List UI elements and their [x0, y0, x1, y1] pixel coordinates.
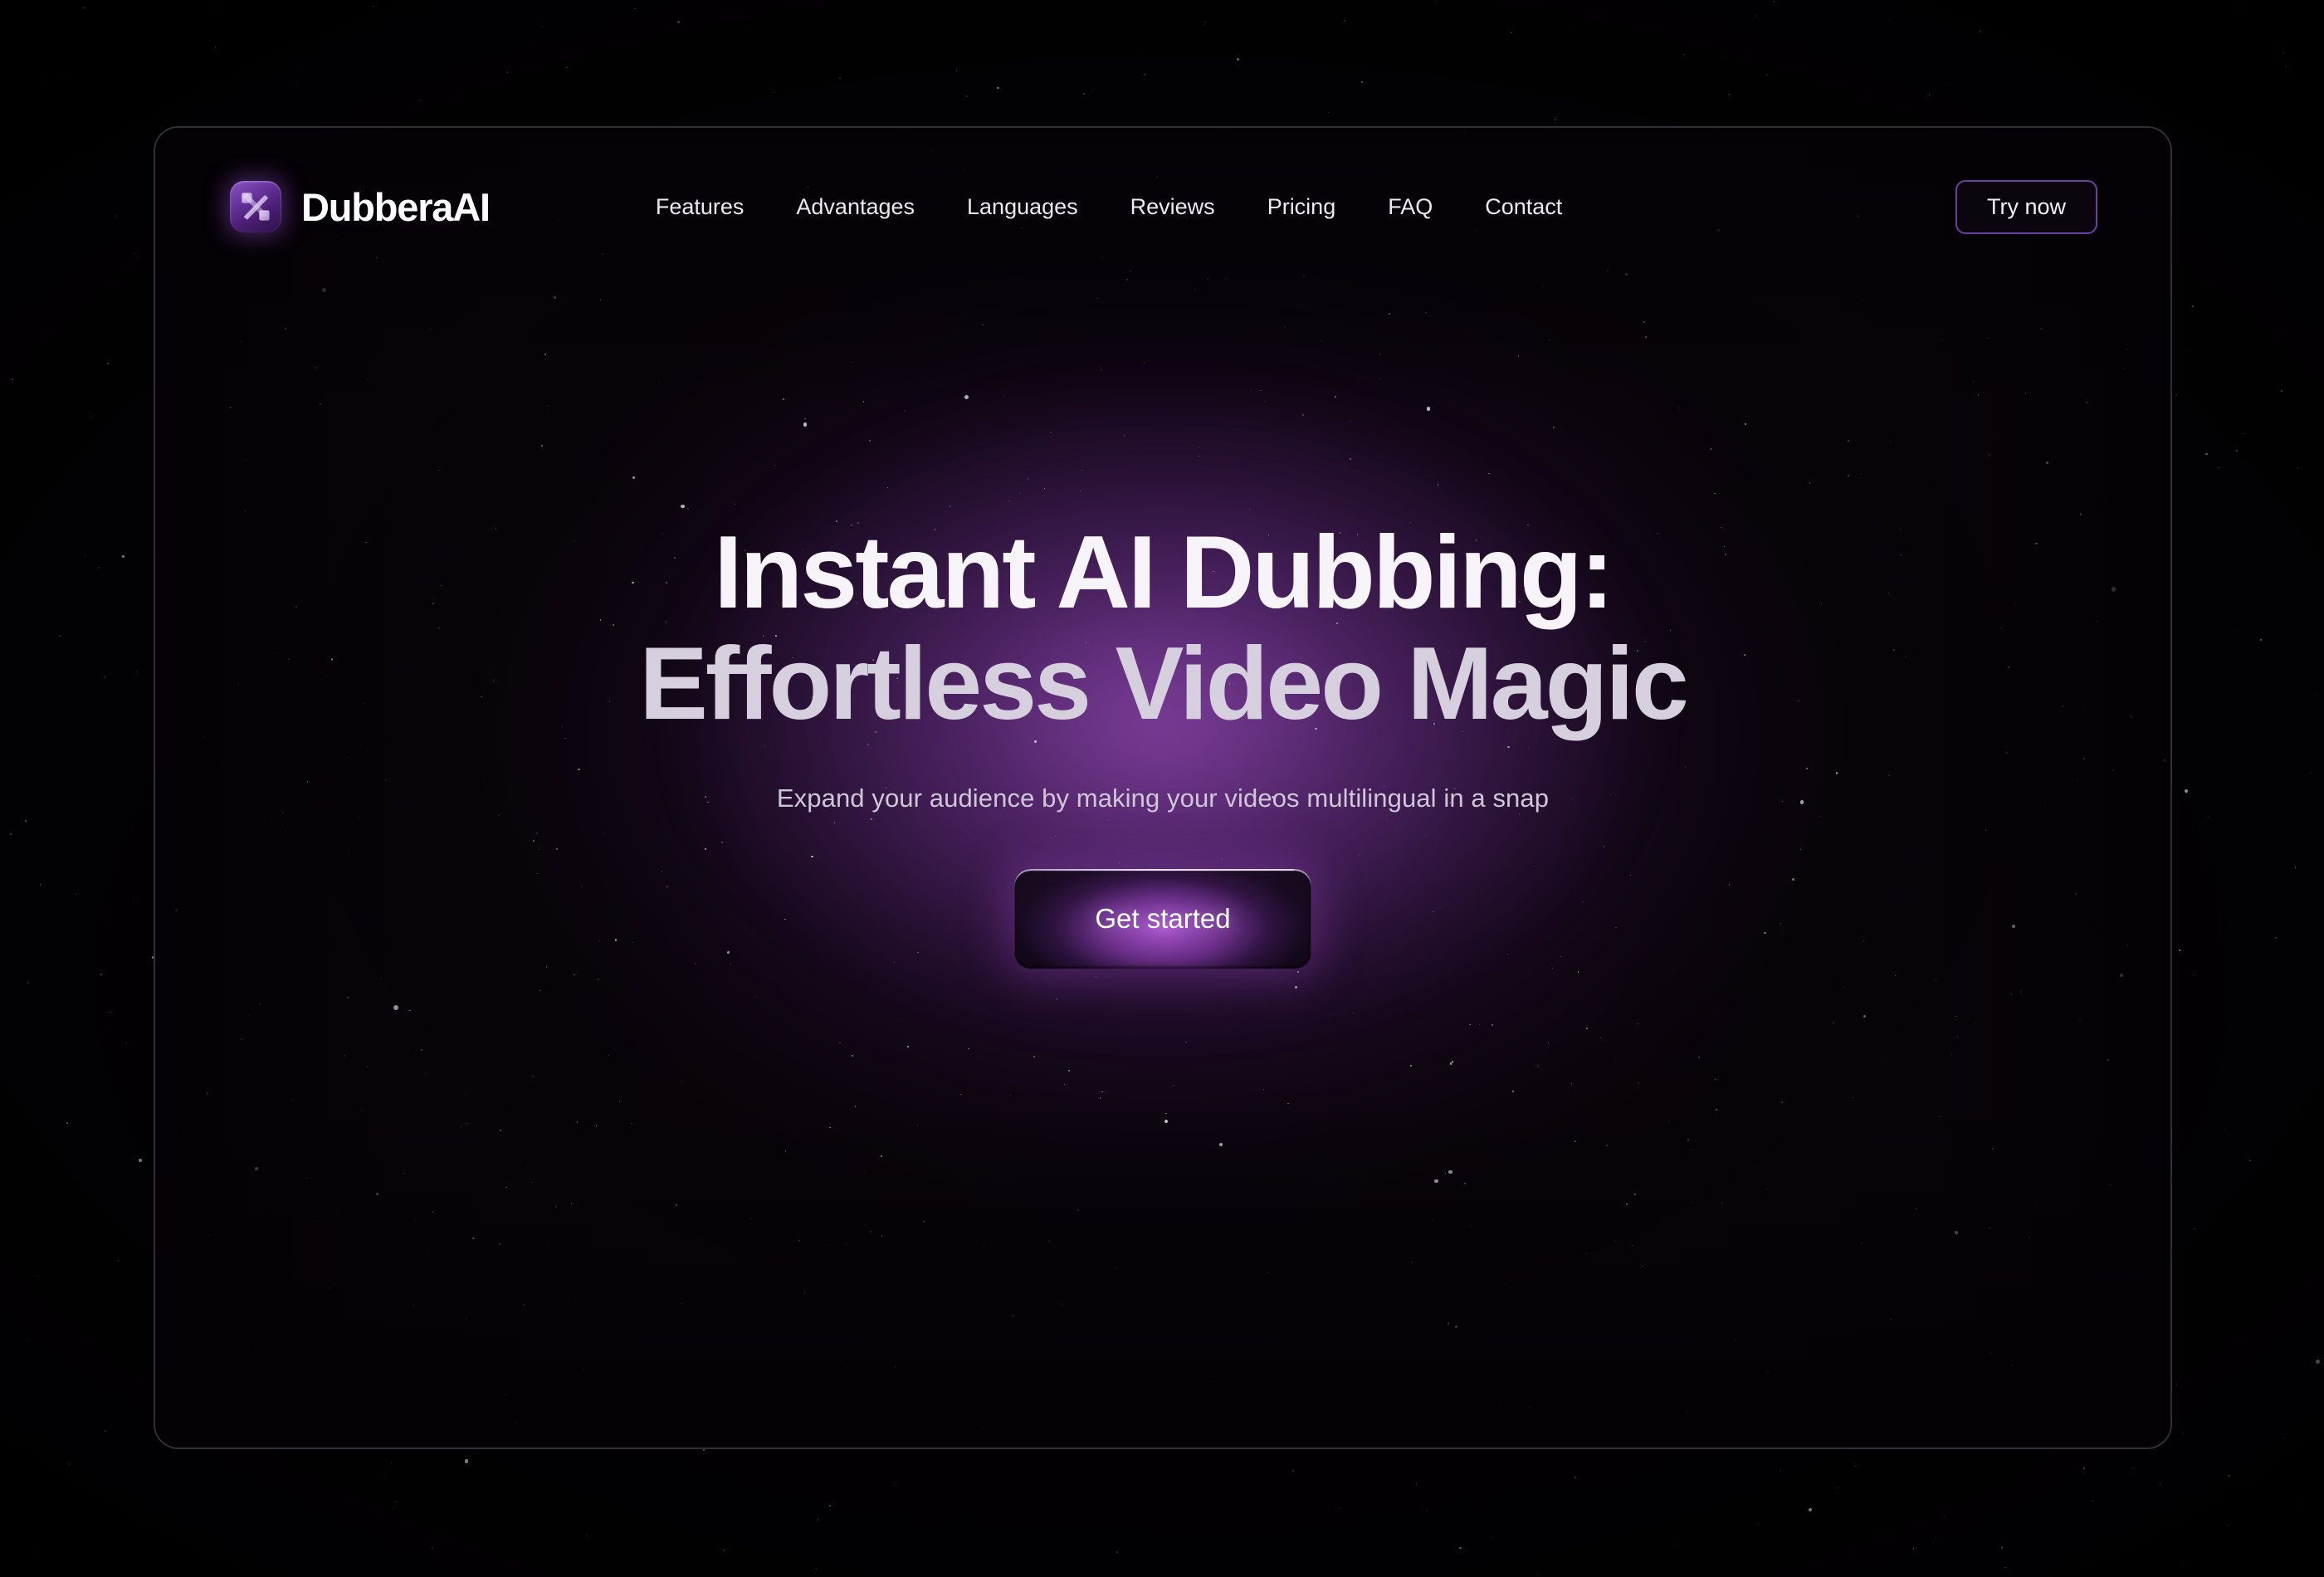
site-header: DubberaAI Features Advantages Languages …	[155, 128, 2170, 286]
nav-item-languages[interactable]: Languages	[967, 194, 1078, 220]
nav-item-advantages[interactable]: Advantages	[796, 194, 915, 220]
nav-item-faq[interactable]: FAQ	[1388, 194, 1433, 220]
hero-subtitle: Expand your audience by making your vide…	[776, 783, 1550, 813]
page-title: Instant AI Dubbing: Effortless Video Mag…	[639, 515, 1689, 741]
nav-item-pricing[interactable]: Pricing	[1267, 194, 1336, 220]
hero-card: DubberaAI Features Advantages Languages …	[154, 126, 2172, 1449]
hero-section: Instant AI Dubbing: Effortless Video Mag…	[155, 128, 2170, 1448]
nav-item-features[interactable]: Features	[656, 194, 745, 220]
main-nav: Features Advantages Languages Reviews Pr…	[656, 194, 1562, 220]
brand-name: DubberaAI	[301, 184, 491, 229]
get-started-label: Get started	[1095, 902, 1231, 934]
nav-item-reviews[interactable]: Reviews	[1130, 194, 1215, 220]
headline-line-2: Effortless Video Magic	[639, 626, 1689, 741]
page-root: DubberaAI Features Advantages Languages …	[0, 0, 2324, 1577]
try-now-button[interactable]: Try now	[1955, 179, 2097, 234]
dubbera-shuffle-icon	[230, 181, 281, 232]
get-started-button[interactable]: Get started	[1014, 868, 1311, 969]
headline-line-1: Instant AI Dubbing:	[714, 515, 1614, 630]
brand-logo[interactable]: DubberaAI	[230, 181, 491, 232]
nav-item-contact[interactable]: Contact	[1485, 194, 1562, 220]
card-bottom-fade	[155, 1099, 2170, 1448]
